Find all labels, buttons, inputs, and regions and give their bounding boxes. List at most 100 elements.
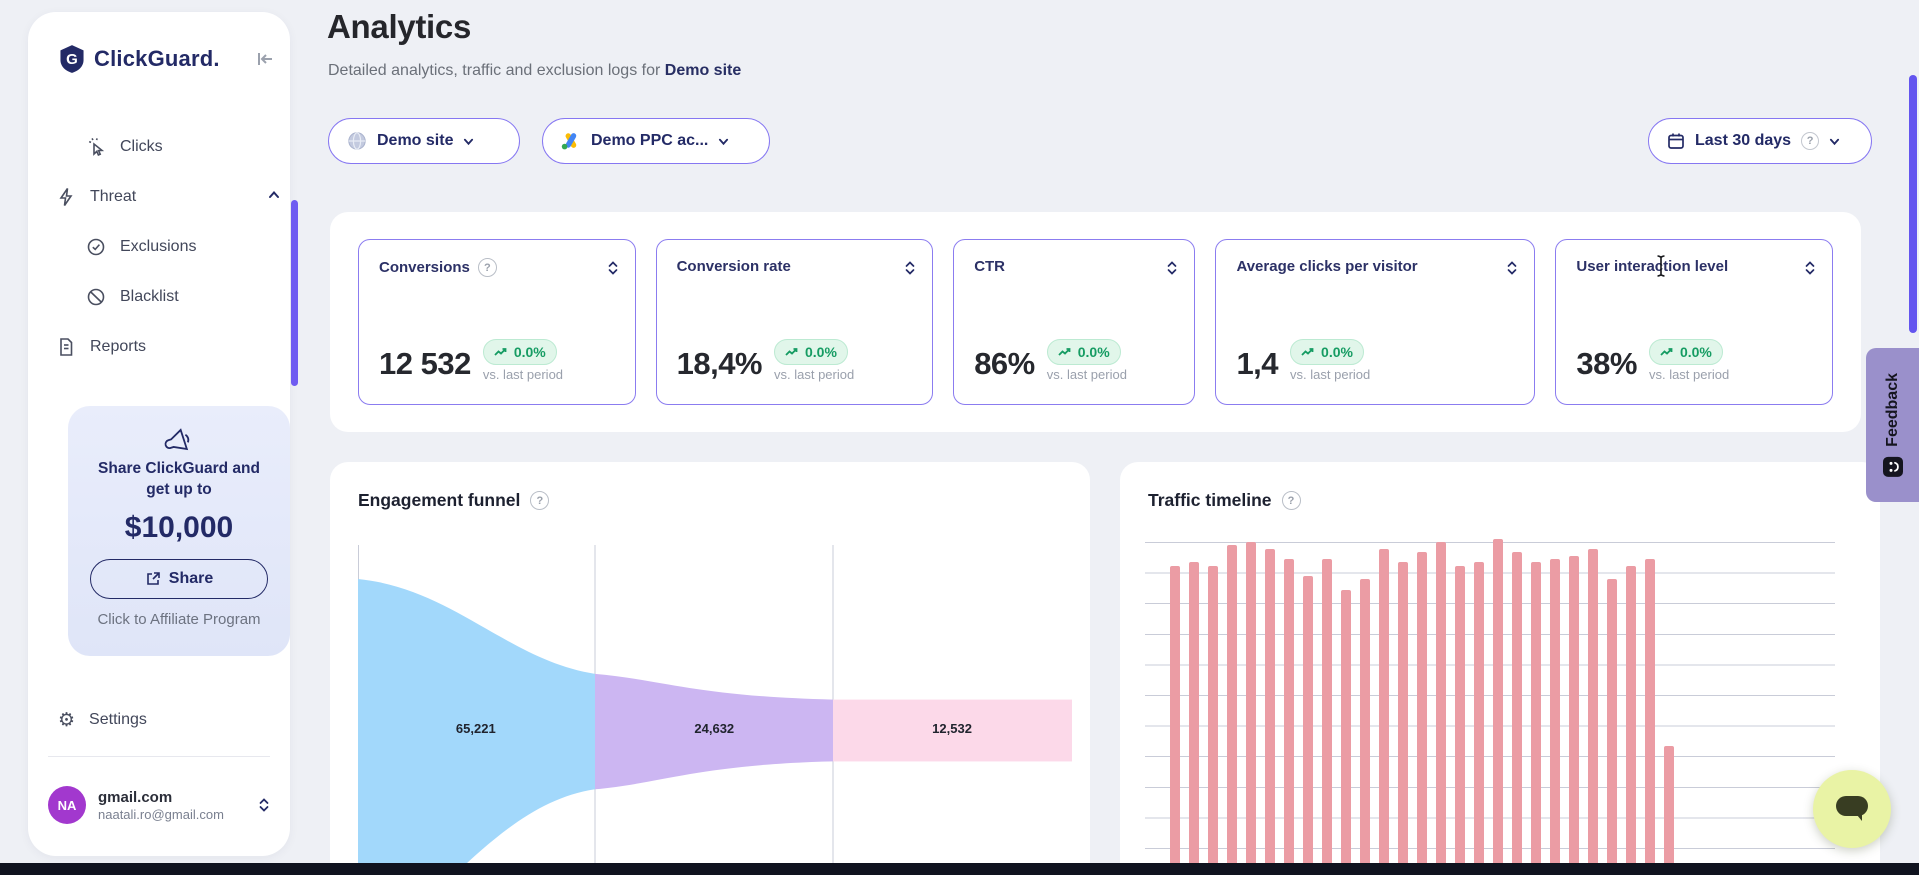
traffic-bar [1303, 576, 1313, 875]
sort-arrows-icon[interactable] [1166, 260, 1178, 276]
site-selector-label: Demo site [377, 132, 453, 150]
help-icon[interactable]: ? [530, 491, 549, 510]
traffic-bar [1588, 549, 1598, 875]
sidebar-scrollbar-thumb[interactable] [291, 200, 298, 386]
traffic-bar [1417, 552, 1427, 875]
trend-up-icon [494, 347, 508, 357]
date-range-selector[interactable]: Last 30 days ? [1648, 118, 1872, 164]
sidebar-item-reports[interactable]: Reports [56, 329, 266, 365]
globe-icon [347, 131, 367, 151]
cursor-click-icon [86, 137, 106, 157]
funnel-stage-value: 12,532 [932, 721, 972, 736]
calendar-icon [1667, 132, 1685, 150]
funnel-chart: 65,221 24,632 12,532 [358, 545, 1072, 875]
help-icon[interactable]: ? [1801, 132, 1819, 150]
engagement-funnel-panel: Engagement funnel ? 65,221 24,632 12,532 [330, 462, 1090, 875]
share-button[interactable]: Share [90, 559, 268, 599]
kpi-card-ctr: CTR 86% 0.0% v [953, 239, 1195, 405]
trend-up-icon [785, 347, 799, 357]
logo-text: ClickGuard. [94, 46, 220, 72]
kpi-label: User interaction level [1576, 258, 1728, 275]
help-icon[interactable]: ? [1282, 491, 1301, 510]
funnel-stage-value: 24,632 [694, 721, 734, 736]
sidebar-item-exclusions[interactable]: Exclusions [86, 229, 266, 265]
kpi-compare-label: vs. last period [774, 367, 854, 382]
sort-arrows-icon[interactable] [1804, 260, 1816, 276]
traffic-bar [1341, 590, 1351, 875]
traffic-bar [1531, 562, 1541, 875]
kpi-delta-badge: 0.0% [1649, 339, 1723, 365]
site-selector[interactable]: Demo site [328, 118, 520, 164]
kpi-band: Conversions ? 12 532 [330, 212, 1861, 432]
feedback-tab[interactable]: Feedback [1866, 348, 1919, 502]
traffic-bar [1379, 549, 1389, 875]
traffic-bar [1436, 542, 1446, 875]
kpi-card-conversions: Conversions ? 12 532 [358, 239, 636, 405]
traffic-bar [1455, 566, 1465, 875]
sidebar-item-settings[interactable]: ⚙ Settings [58, 702, 268, 738]
panel-title: Traffic timeline [1148, 490, 1272, 511]
kpi-label: Conversions [379, 259, 470, 276]
sort-arrows-icon[interactable] [904, 260, 916, 276]
traffic-bar [1322, 559, 1332, 875]
sidebar-item-threat[interactable]: Threat [56, 179, 266, 215]
traffic-bar [1265, 549, 1275, 875]
traffic-bar [1645, 559, 1655, 875]
sidebar-item-label: Settings [89, 711, 147, 729]
funnel-stage-value: 65,221 [456, 721, 496, 736]
badge-check-icon [86, 237, 106, 257]
traffic-bar [1512, 552, 1522, 875]
avatar: NA [48, 786, 86, 824]
kpi-value: 38% [1576, 346, 1637, 382]
chevron-up-icon [268, 189, 280, 201]
bottom-edge-bar [0, 863, 1919, 875]
document-icon [56, 337, 76, 357]
sidebar-item-label: Threat [90, 188, 136, 206]
traffic-bar [1284, 559, 1294, 875]
account-name: gmail.com [98, 789, 246, 806]
sidebar-item-blacklist[interactable]: Blacklist [86, 279, 266, 315]
app-root: G ClickGuard. Clicks Threat [0, 0, 1919, 875]
sort-arrows-icon[interactable] [1506, 260, 1518, 276]
traffic-timeline-panel: Traffic timeline ? [1120, 462, 1880, 875]
kpi-compare-label: vs. last period [1047, 367, 1127, 382]
traffic-bar [1550, 559, 1560, 875]
sidebar-item-label: Blacklist [120, 288, 179, 306]
sidebar-item-clicks[interactable]: Clicks [86, 129, 266, 165]
page-title: Analytics [327, 8, 471, 46]
account-switcher[interactable]: NA gmail.com naatali.ro@gmail.com [48, 776, 270, 834]
traffic-bar [1189, 562, 1199, 875]
help-icon[interactable]: ? [478, 258, 497, 277]
feedback-label: Feedback [1884, 373, 1902, 447]
kpi-delta-badge: 0.0% [1290, 339, 1364, 365]
kpi-compare-label: vs. last period [1649, 367, 1729, 382]
external-share-icon [145, 571, 161, 587]
chevron-down-icon [718, 136, 729, 147]
chevron-down-icon [1829, 136, 1840, 147]
traffic-bar [1569, 556, 1579, 875]
kpi-label: Average clicks per visitor [1236, 258, 1417, 275]
google-ads-icon [561, 132, 581, 150]
page-scrollbar-thumb[interactable] [1909, 75, 1917, 333]
affiliate-promo-card[interactable]: Share ClickGuard and get up to $10,000 S… [68, 406, 290, 656]
traffic-bar [1246, 542, 1256, 875]
chevron-down-icon [463, 136, 474, 147]
logo[interactable]: G ClickGuard. [58, 44, 220, 74]
traffic-bar [1398, 562, 1408, 875]
ppc-account-selector[interactable]: Demo PPC ac... [542, 118, 770, 164]
traffic-bar [1208, 566, 1218, 875]
promo-footnote: Click to Affiliate Program [68, 611, 290, 628]
promo-text: Share ClickGuard and get up to [68, 459, 290, 501]
select-arrows-icon [258, 797, 270, 813]
sidebar-collapse-icon[interactable] [254, 48, 276, 70]
gear-icon: ⚙ [58, 710, 75, 730]
trend-up-icon [1058, 347, 1072, 357]
sort-arrows-icon[interactable] [607, 260, 619, 276]
chat-launcher-button[interactable] [1813, 770, 1891, 848]
sidebar-divider [48, 756, 270, 757]
kpi-compare-label: vs. last period [483, 367, 563, 382]
lightning-icon [56, 187, 76, 207]
panel-title: Engagement funnel [358, 490, 520, 511]
subtitle-site-name: Demo site [665, 62, 741, 79]
megaphone-icon [164, 428, 194, 454]
